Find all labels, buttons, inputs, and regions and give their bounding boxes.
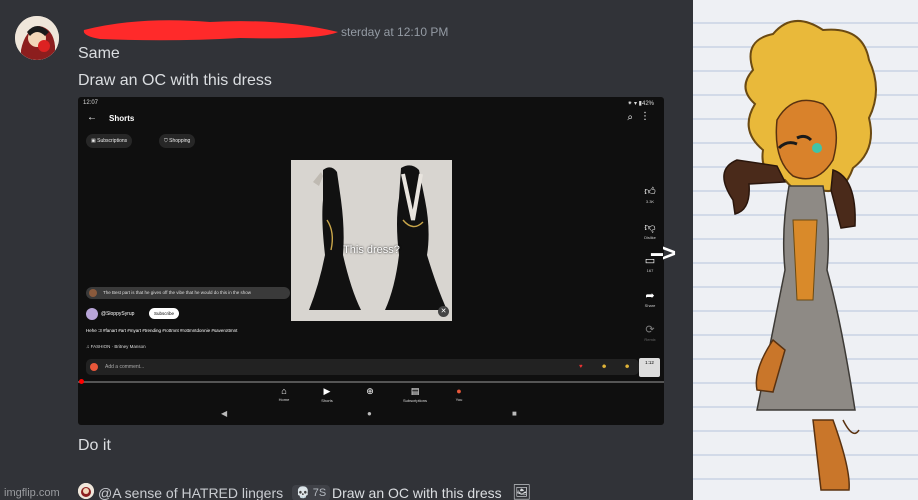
reply-author-avatar[interactable] <box>78 483 94 499</box>
shorts-icon: ▶ <box>323 386 331 396</box>
attached-screenshot[interactable]: 12:07 ⁕ ▾ ▮42% ← Shorts ⌕ ⋮ ▣ Subscripti… <box>78 97 664 425</box>
nav-home[interactable]: ⌂ Home <box>267 386 301 402</box>
commenter-avatar <box>89 289 97 297</box>
status-bar-icons: ⁕ ▾ ▮42% <box>627 101 654 107</box>
close-icon[interactable]: ✕ <box>438 306 449 317</box>
heart-emoji-icon[interactable]: ♥ <box>579 359 583 375</box>
channel-avatar <box>86 308 98 320</box>
video-description[interactable]: Hehe :3 #fanart #art #myart #trending #r… <box>86 328 237 333</box>
share-button[interactable]: ➦ Share <box>640 289 660 308</box>
nav-label: Shorts <box>321 398 333 403</box>
share-label: Share <box>644 303 656 308</box>
subscribe-button[interactable]: Subscribe <box>149 308 180 319</box>
channel-link[interactable]: @SloppySyrup <box>86 307 134 321</box>
home-icon: ⌂ <box>281 386 287 396</box>
status-bar-time: 12:07 <box>83 100 99 106</box>
laugh-emoji-icon[interactable]: ☻ <box>624 359 630 375</box>
message-line-2: Draw an OC with this dress <box>78 72 272 89</box>
video-caption: This dress? <box>343 244 400 256</box>
add-comment-input[interactable]: Add a comment... ♥ ☻ ☻ <box>86 359 639 375</box>
music-link[interactable]: ♫ FASHION · Britney Manson <box>86 344 146 349</box>
nav-shorts[interactable]: ▶ Shorts <box>310 386 344 403</box>
chip-label: Subscriptions <box>97 138 128 144</box>
shorts-header-title: Shorts <box>109 114 135 123</box>
remix-label: Remix <box>644 337 656 342</box>
dress-image <box>291 160 452 321</box>
username-redaction <box>83 20 338 41</box>
back-arrow-icon[interactable]: ← <box>87 112 97 123</box>
oc-drawing-photo <box>693 0 918 500</box>
subscriptions-icon: ▤ <box>410 386 420 396</box>
nav-label: Subscriptions <box>402 398 427 403</box>
chip-label: Shopping <box>169 138 191 144</box>
reply-author-name[interactable]: @A sense of HATRED lingers <box>98 485 283 500</box>
drawing-art <box>693 0 918 500</box>
user-avatar[interactable] <box>15 16 59 60</box>
you-icon: ● <box>456 386 462 396</box>
reply-preview-text[interactable]: Draw an OC with this dress <box>332 485 502 500</box>
nav-you[interactable]: ● You <box>442 386 476 402</box>
like-button[interactable]: 👍︎ 3.3K <box>640 185 660 204</box>
nav-label: You <box>455 397 463 402</box>
reply-line: Do it <box>78 437 111 454</box>
nav-label: Home <box>278 397 290 402</box>
reply-avatar-art <box>78 483 94 499</box>
comment-count: 167 <box>646 268 654 273</box>
system-recents-icon[interactable]: ■ <box>512 409 517 418</box>
add-comment-placeholder: Add a comment... <box>105 364 145 370</box>
short-video-frame[interactable]: This dress? ✕ <box>291 160 452 321</box>
smile-emoji-icon[interactable]: ☻ <box>601 359 607 375</box>
own-avatar <box>90 363 98 371</box>
chip-subscriptions[interactable]: ▣ Subscriptions <box>86 134 133 148</box>
top-comment-text: The Best part is that he gives off the v… <box>103 290 252 295</box>
nav-create[interactable]: ⊕ <box>353 386 387 397</box>
remix-icon: ⟳ <box>645 324 655 336</box>
top-comment-preview[interactable]: The Best part is that he gives off the v… <box>86 287 290 299</box>
user-tag-badge: 💀 7S <box>292 485 331 500</box>
page: sterday at 12:10 PM Same Draw an OC with… <box>0 0 918 500</box>
message-line-1: Same <box>78 45 120 62</box>
arrow-annotation: --> <box>650 240 676 267</box>
search-icon[interactable]: ⌕ <box>627 112 633 123</box>
system-home-icon[interactable]: ● <box>367 409 372 418</box>
share-icon: ➦ <box>645 290 655 302</box>
thumbs-up-icon: 👍︎ <box>644 186 656 198</box>
progress-handle[interactable] <box>79 379 84 384</box>
discord-message-pane: sterday at 12:10 PM Same Draw an OC with… <box>0 0 693 500</box>
system-back-icon[interactable]: ◀ <box>221 409 227 418</box>
dislike-button[interactable]: 👎︎ Dislike <box>640 221 660 240</box>
message-timestamp: sterday at 12:10 PM <box>341 25 449 39</box>
image-icon: 🖼︎ <box>512 484 532 500</box>
thumbs-down-icon: 👎︎ <box>644 222 656 234</box>
music-title: FASHION · Britney Manson <box>90 344 146 349</box>
nav-subscriptions[interactable]: ▤ Subscriptions <box>398 386 432 403</box>
mini-thumbnail[interactable]: 1:12 <box>639 358 660 377</box>
mini-thumbnail-label: 1:12 <box>645 360 654 365</box>
chip-shopping[interactable]: ⛉ Shopping <box>159 134 196 148</box>
remix-button[interactable]: ⟳ Remix <box>640 323 660 342</box>
channel-name: @SloppySyrup <box>101 311 135 317</box>
like-count: 3.3K <box>645 199 655 204</box>
create-icon: ⊕ <box>366 386 374 396</box>
imgflip-watermark: imgflip.com <box>4 487 60 499</box>
progress-track[interactable] <box>78 381 664 383</box>
avatar-art <box>15 16 59 60</box>
more-options-icon[interactable]: ⋮ <box>640 111 650 122</box>
